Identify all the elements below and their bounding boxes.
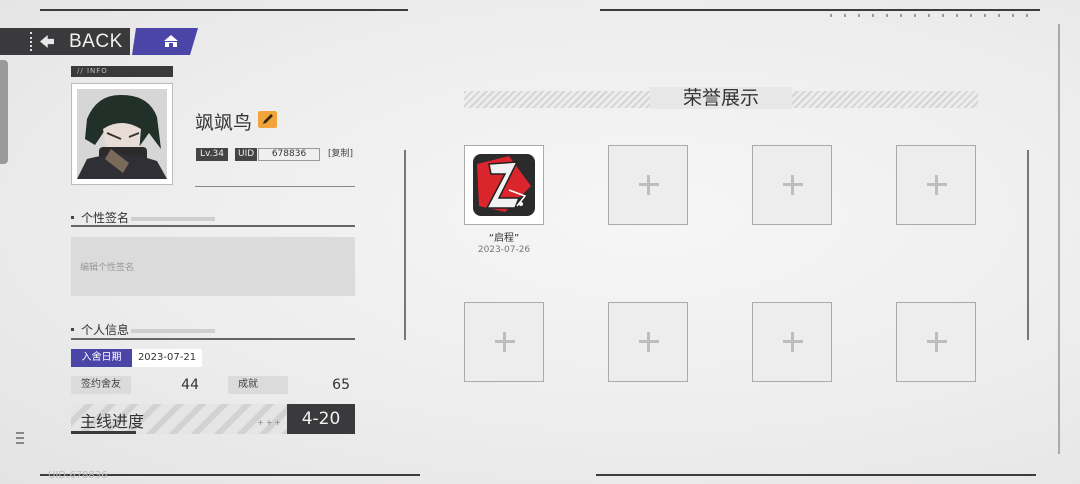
footer-uid: UID:678836 xyxy=(48,470,108,481)
add-icon xyxy=(639,332,659,352)
personal-section-header: 个人信息 xyxy=(71,322,355,340)
badge-name: “启程” xyxy=(488,233,520,244)
section-line xyxy=(71,338,355,340)
section-bullet xyxy=(71,328,74,331)
join-date-label: 入舍日期 xyxy=(71,349,132,367)
badge-slot-7[interactable] xyxy=(752,302,832,382)
badge-slot-4[interactable] xyxy=(896,145,976,225)
level-badge: Lv.34 xyxy=(196,148,228,161)
back-label: BACK xyxy=(69,31,123,52)
friends-stat: 签约舍友 44 xyxy=(71,376,199,394)
signature-field[interactable]: 编辑个性签名 xyxy=(71,237,355,296)
scroll-handle[interactable] xyxy=(0,60,8,164)
add-icon xyxy=(495,332,515,352)
back-arrow-icon xyxy=(40,35,54,48)
signature-section-header: 个性签名 xyxy=(71,210,355,228)
badge-slot-2[interactable] xyxy=(608,145,688,225)
pencil-icon xyxy=(263,114,273,124)
honor-title: 荣誉展示 xyxy=(650,87,792,109)
section-bar xyxy=(131,329,215,333)
friends-label: 签约舍友 xyxy=(71,376,131,394)
add-icon xyxy=(783,332,803,352)
achievements-stat: 成就 65 xyxy=(228,376,350,394)
badge-slot-8[interactable] xyxy=(896,302,976,382)
section-bullet xyxy=(71,216,74,219)
uid-value: 678836 xyxy=(258,148,320,161)
section-bar xyxy=(131,217,215,221)
progress-plus-marks: +++ xyxy=(257,418,284,427)
add-icon xyxy=(927,175,947,195)
signature-title: 个性签名 xyxy=(81,211,130,225)
add-icon xyxy=(927,332,947,352)
add-icon xyxy=(783,175,803,195)
back-button[interactable]: BACK xyxy=(0,28,130,55)
badge-z-icon xyxy=(473,154,535,216)
achievements-value: 65 xyxy=(332,377,350,393)
edit-name-button[interactable] xyxy=(258,111,277,128)
badge-slot-3[interactable] xyxy=(752,145,832,225)
copy-uid-button[interactable]: [复制] xyxy=(328,148,353,161)
badge-slot-6[interactable] xyxy=(608,302,688,382)
info-tag: // INFO xyxy=(71,66,173,77)
frame-line-right xyxy=(1027,150,1029,340)
back-button-dots xyxy=(30,32,32,51)
badge-date: 2023-07-26 xyxy=(477,245,531,255)
player-name: 飒飒鸟 xyxy=(195,112,253,134)
section-line xyxy=(71,225,355,227)
main-story-progress[interactable]: 主线进度 +++ 4-20 xyxy=(71,404,355,434)
achievements-label: 成就 xyxy=(228,376,288,394)
avatar[interactable] xyxy=(71,83,173,185)
avatar-image xyxy=(77,89,167,179)
home-icon xyxy=(162,34,180,49)
frame-line-bottom-right xyxy=(596,474,1036,476)
frame-line-divider xyxy=(404,150,406,340)
join-date-value: 2023-07-21 xyxy=(132,349,202,367)
home-button[interactable] xyxy=(132,28,198,55)
badge-slot-5[interactable] xyxy=(464,302,544,382)
uid-label: UID xyxy=(235,148,258,161)
frame-dots-top xyxy=(830,14,1040,17)
frame-line-top-left xyxy=(40,9,408,11)
friends-value: 44 xyxy=(181,377,199,393)
frame-line-top-right xyxy=(600,9,1040,11)
signature-placeholder: 编辑个性签名 xyxy=(80,263,135,273)
name-underline xyxy=(195,186,355,187)
honor-header: 荣誉展示 xyxy=(464,87,978,109)
frame-ticks-left xyxy=(16,432,24,444)
progress-value: 4-20 xyxy=(287,404,355,434)
frame-tick-right xyxy=(1058,24,1060,454)
badge-slot-1[interactable] xyxy=(464,145,544,225)
add-icon xyxy=(639,175,659,195)
progress-label: 主线进度 xyxy=(80,412,145,431)
personal-title: 个人信息 xyxy=(81,323,130,337)
